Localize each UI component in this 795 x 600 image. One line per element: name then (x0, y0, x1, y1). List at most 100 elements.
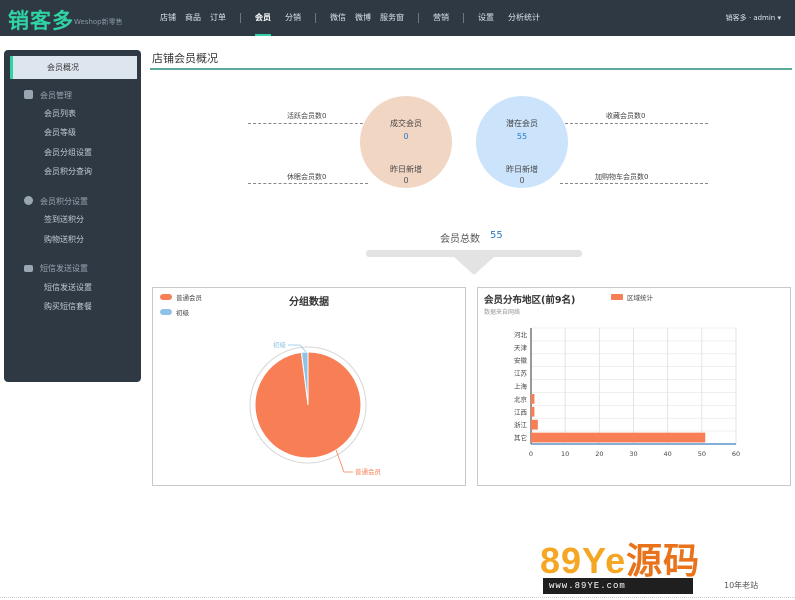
nav-store[interactable]: 店铺 (160, 0, 176, 36)
nav-marketing[interactable]: 营销 (433, 0, 449, 36)
pie-slice (254, 351, 362, 459)
bottom-divider (0, 597, 795, 598)
x-tick-label: 50 (698, 450, 706, 458)
total-funnel-arrow (454, 257, 494, 275)
group-pie-chart: 分组数据普通会员初级初级普通会员 (160, 293, 382, 476)
nav-analytics[interactable]: 分析统计 (508, 0, 540, 36)
x-tick-label: 40 (664, 450, 672, 458)
sidebar-item-member-level[interactable]: 会员等级 (44, 127, 76, 138)
watermark-logo: 89Ye源码 (540, 532, 700, 584)
bar (531, 393, 535, 404)
y-tick-label: 浙江 (514, 420, 528, 429)
legend-label: 初级 (176, 308, 190, 317)
logo-subtitle: Weshop新零售 (74, 18, 123, 26)
nav-separator (315, 13, 316, 23)
legend-swatch (160, 294, 172, 300)
leader-line (560, 183, 708, 184)
watermark-logo-cn: 源码 (626, 540, 701, 581)
x-tick-label: 30 (629, 450, 637, 458)
message-icon (24, 265, 33, 272)
sold-members-circle: 成交会员 0 昨日新增 0 (360, 96, 452, 188)
sidebar-item-checkin-points[interactable]: 签到送积分 (44, 214, 84, 225)
watermark-url: www.89YE.com (543, 578, 693, 594)
legend-label: 区域统计 (627, 293, 654, 302)
cart-members-label: 加购物车会员数0 (595, 173, 649, 181)
sidebar-group-sms-settings: 短信发送设置 (24, 263, 88, 274)
sidebar-group-points-settings: 会员积分设置 (24, 196, 88, 207)
chart-title: 会员分布地区(前9名) (484, 294, 575, 306)
top-navbar: 销客多 Weshop新零售 店铺 商品 订单 会员 分销 微信 微博 服务窗 营… (0, 0, 795, 36)
total-members-value: 55 (490, 230, 503, 241)
nav-wechat[interactable]: 微信 (330, 0, 346, 36)
sidebar-group-title: 会员管理 (40, 91, 72, 100)
sidebar-item-buy-sms-package[interactable]: 购买短信套餐 (44, 301, 92, 312)
legend-swatch (160, 309, 172, 315)
title-divider (150, 68, 792, 70)
leader-line (248, 183, 368, 184)
sidebar: 会员概况 会员管理 会员列表 会员等级 会员分组设置 会员积分查询 会员积分设置… (4, 50, 141, 382)
chart-title: 分组数据 (289, 295, 329, 308)
sidebar-item-purchase-points[interactable]: 购物送积分 (44, 234, 84, 245)
nav-separator (418, 13, 419, 23)
latent-yesterday-value: 0 (519, 176, 525, 185)
coin-icon (24, 196, 33, 205)
bar (531, 419, 538, 430)
y-tick-label: 北京 (514, 394, 528, 403)
nav-orders[interactable]: 订单 (210, 0, 226, 36)
nav-distribution[interactable]: 分销 (285, 0, 301, 36)
total-funnel-bar (366, 250, 582, 257)
nav-goods[interactable]: 商品 (185, 0, 201, 36)
nav-weibo[interactable]: 微博 (355, 0, 371, 36)
group-data-panel: 分组数据 普通会员 初级 初级 普通会员 (152, 287, 466, 486)
x-tick-label: 20 (595, 450, 603, 458)
x-tick-label: 0 (529, 450, 533, 458)
region-panel: 会员分布地区(前9名) 数据来自网络 区域统计 0 10 20 30 40 50 60 河北 天津 安徽… (477, 287, 791, 486)
user-menu[interactable]: 销客多 · admin ▾ (726, 0, 781, 36)
total-members-label: 会员总数 (440, 234, 480, 245)
sold-yesterday-title: 昨日新增 (390, 165, 422, 174)
nav-separator (240, 13, 241, 23)
watermark-logo-text: 89Ye (540, 540, 627, 581)
x-tick-label: 10 (561, 450, 569, 458)
sidebar-item-sms-settings[interactable]: 短信发送设置 (44, 282, 92, 293)
sidebar-group-title: 会员积分设置 (40, 197, 88, 206)
latent-yesterday-title: 昨日新增 (506, 165, 538, 174)
nav-service-window[interactable]: 服务窗 (380, 0, 404, 36)
y-tick-label: 天津 (514, 344, 528, 352)
sidebar-item-member-list[interactable]: 会员列表 (44, 108, 76, 119)
slice-label: 初级 (273, 340, 287, 349)
main-nav: 店铺 商品 订单 会员 分销 微信 微博 服务窗 营销 设置 分析统计 (150, 0, 554, 36)
region-bar-chart: 会员分布地区(前9名) 数据来自网络 区域统计 0 10 20 30 40 50 60 河北天津安徽… (484, 293, 740, 458)
sold-members-title: 成交会员 (390, 119, 422, 128)
latent-members-title: 潜在会员 (506, 119, 538, 128)
y-tick-label: 安徽 (514, 356, 528, 365)
sidebar-item-points-query[interactable]: 会员积分查询 (44, 166, 92, 177)
sleep-members-label: 休眠会员数0 (287, 173, 327, 181)
y-tick-label: 江西 (514, 408, 528, 416)
leader-line (560, 123, 708, 124)
sidebar-group-title: 短信发送设置 (40, 264, 88, 273)
sidebar-item-member-overview[interactable]: 会员概况 (10, 56, 137, 79)
latent-members-value: 55 (516, 132, 528, 141)
legend-swatch (611, 294, 623, 300)
watermark-tag: 10年老站 (724, 581, 759, 590)
leader-line (248, 123, 368, 124)
nav-separator (463, 13, 464, 23)
fav-members-label: 收藏会员数0 (606, 112, 646, 120)
chart-subtitle: 数据来自网络 (484, 308, 520, 316)
app-logo[interactable]: 销客多 (8, 5, 74, 35)
bar (531, 406, 535, 417)
page-title: 店铺会员概况 (152, 52, 218, 65)
nav-members[interactable]: 会员 (255, 0, 271, 36)
sidebar-group-member-management: 会员管理 (24, 90, 72, 101)
y-tick-label: 江苏 (514, 369, 528, 378)
legend-label: 普通会员 (176, 293, 203, 302)
y-tick-label: 其它 (514, 433, 527, 442)
slice-label: 普通会员 (355, 467, 382, 476)
latent-members-circle: 潜在会员 55 昨日新增 0 (476, 96, 568, 188)
nav-settings[interactable]: 设置 (478, 0, 494, 36)
sold-yesterday-value: 0 (403, 176, 409, 185)
sold-members-value: 0 (403, 132, 409, 141)
y-tick-label: 上海 (514, 382, 528, 391)
sidebar-item-group-settings[interactable]: 会员分组设置 (44, 147, 92, 158)
